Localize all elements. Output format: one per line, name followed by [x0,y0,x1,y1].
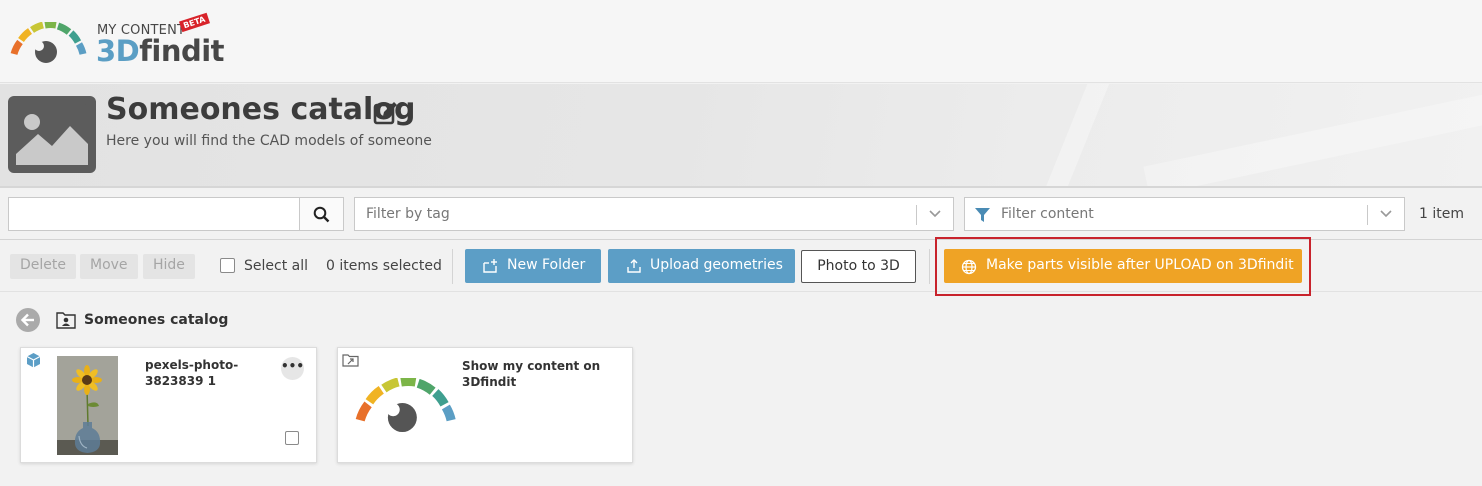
logo-brand: 3Dfindit [96,34,225,68]
select-divider [1367,205,1368,225]
select-divider [916,205,917,225]
catalog-header: Someones catalog Here you will find the … [0,84,1482,188]
page-title: Someones catalog [106,92,416,127]
upload-geometries-label: Upload geometries [650,257,783,273]
search-field [8,197,344,231]
tag-filter-select[interactable]: Filter by tag [354,197,954,231]
upload-icon [627,259,641,273]
logo-brand-findit: findit [139,34,225,68]
upload-geometries-button[interactable]: Upload geometries [608,249,795,283]
folder-plus-icon [483,259,497,273]
breadcrumb-current[interactable]: Someones catalog [84,312,228,328]
edit-icon[interactable] [372,99,400,127]
app-logo[interactable]: MY CONTENT BETA 3Dfindit [8,12,225,70]
top-bar: MY CONTENT BETA 3Dfindit [0,0,1482,83]
toolbar-divider [929,249,930,284]
filter-icon [975,208,990,222]
sunflower-image [57,356,118,455]
search-input[interactable] [9,198,299,230]
filter-bar: Filter by tag Filter content 1 item [0,189,1482,240]
search-icon [313,206,330,223]
gauge-logo-icon [10,22,87,63]
header-decoration [1143,84,1482,186]
cube-icon [26,353,41,368]
select-all-label[interactable]: Select all [244,258,308,274]
back-arrow-icon [20,313,34,327]
item-count: 1 item [1419,206,1464,222]
part-card[interactable]: pexels-photo- 3823839 1 ••• [20,347,317,463]
back-button[interactable] [16,308,40,332]
new-folder-label: New Folder [507,257,586,273]
chevron-down-icon[interactable] [1379,208,1393,220]
delete-button[interactable]: Delete [10,254,76,279]
part-select-checkbox[interactable] [285,431,299,445]
user-folder-icon [56,312,76,329]
part-title[interactable]: pexels-photo- 3823839 1 [145,357,238,389]
catalog-subtitle: Here you will find the CAD models of som… [106,133,432,149]
new-folder-button[interactable]: New Folder [465,249,601,283]
hide-button[interactable]: Hide [143,254,195,279]
toolbar-divider [452,249,453,284]
gauge-logo-icon [355,378,456,433]
show-content-title-line: Show my content on [462,359,601,373]
more-options-button[interactable]: ••• [281,357,304,380]
image-placeholder-icon [16,104,88,165]
catalog-image[interactable] [8,96,96,173]
link-icon [342,354,359,367]
show-content-card[interactable]: Show my content on 3Dfindit [337,347,633,463]
part-title-line: 3823839 1 [145,374,216,388]
move-button[interactable]: Move [80,254,138,279]
logo-brand-3d: 3D [96,34,140,68]
show-content-title[interactable]: Show my content on 3Dfindit [462,358,600,390]
items-selected-count: 0 items selected [326,258,442,274]
show-content-title-line: 3Dfindit [462,375,517,389]
photo-to-3d-button[interactable]: Photo to 3D [801,250,916,283]
beta-badge: BETA [179,12,210,33]
content-filter-select[interactable]: Filter content [964,197,1405,231]
content-filter-placeholder: Filter content [1001,206,1094,222]
part-title-line: pexels-photo- [145,358,239,372]
tag-filter-placeholder: Filter by tag [366,206,450,222]
chevron-down-icon[interactable] [928,208,942,220]
globe-icon [961,259,977,275]
make-parts-visible-label: Make parts visible after UPLOAD on 3Dfin… [986,257,1294,273]
action-toolbar: Delete Move Hide Select all 0 items sele… [0,237,1482,296]
header-decoration [1019,84,1121,186]
search-button[interactable] [299,198,343,230]
make-parts-visible-button[interactable]: Make parts visible after UPLOAD on 3Dfin… [944,249,1302,283]
part-thumbnail[interactable] [57,356,118,455]
select-all-checkbox[interactable] [220,258,235,273]
